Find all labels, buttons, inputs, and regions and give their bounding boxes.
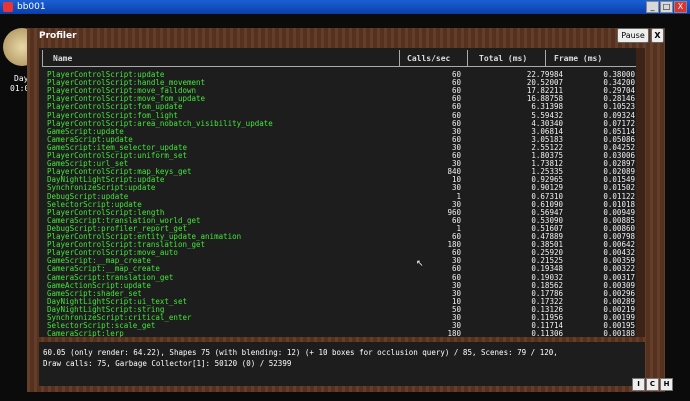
column-header-frame[interactable]: Frame (ms) xyxy=(554,52,602,65)
row-name: CameraScript:lerp xyxy=(47,329,124,337)
column-divider xyxy=(545,50,546,67)
row-total: 0.11306 xyxy=(531,329,563,337)
profiler-window: Profiler Pause X Name Calls/sec Total (m… xyxy=(27,28,665,392)
pause-button[interactable]: Pause xyxy=(617,28,649,43)
column-divider xyxy=(467,50,468,67)
status-line-2: Draw calls: 75, Garbage Collector[1]: 50… xyxy=(43,359,292,368)
header-divider xyxy=(42,66,640,67)
column-divider xyxy=(42,50,43,67)
profiler-close-button[interactable]: X xyxy=(651,28,664,43)
toolbar-button-i[interactable]: I xyxy=(632,378,645,391)
column-header-name[interactable]: Name xyxy=(53,52,72,65)
profiler-title: Profiler xyxy=(39,31,77,41)
maximize-button[interactable]: □ xyxy=(660,1,673,13)
os-title-bar: bb001 _ □ X xyxy=(0,0,690,14)
toolbar-button-h[interactable]: H xyxy=(660,378,673,391)
app-icon xyxy=(3,2,13,12)
column-header-calls[interactable]: Calls/sec xyxy=(407,52,450,65)
status-panel: 60.05 (only render: 64.22), Shapes 75 (w… xyxy=(39,342,645,386)
status-line-1: 60.05 (only render: 64.22), Shapes 75 (w… xyxy=(43,348,558,357)
profiler-table: Name Calls/sec Total (ms) Frame (ms) Pla… xyxy=(39,48,645,337)
table-row[interactable]: CameraScript:lerp 180 0.11306 0.00188 xyxy=(39,330,645,337)
os-window-title: bb001 xyxy=(17,2,46,12)
minimize-button[interactable]: _ xyxy=(646,1,659,13)
game-scene: Day: 01:0 Profiler Pause X Name Calls/se… xyxy=(0,14,690,401)
row-frame: 0.00188 xyxy=(603,329,635,337)
column-header-total[interactable]: Total (ms) xyxy=(479,52,527,65)
column-divider xyxy=(399,50,400,67)
os-close-button[interactable]: X xyxy=(674,1,687,13)
scrollbar[interactable] xyxy=(636,48,645,337)
toolbar-button-c[interactable]: C xyxy=(646,378,659,391)
mouse-cursor-icon: ↖ xyxy=(416,259,424,269)
row-calls: 180 xyxy=(447,329,461,337)
